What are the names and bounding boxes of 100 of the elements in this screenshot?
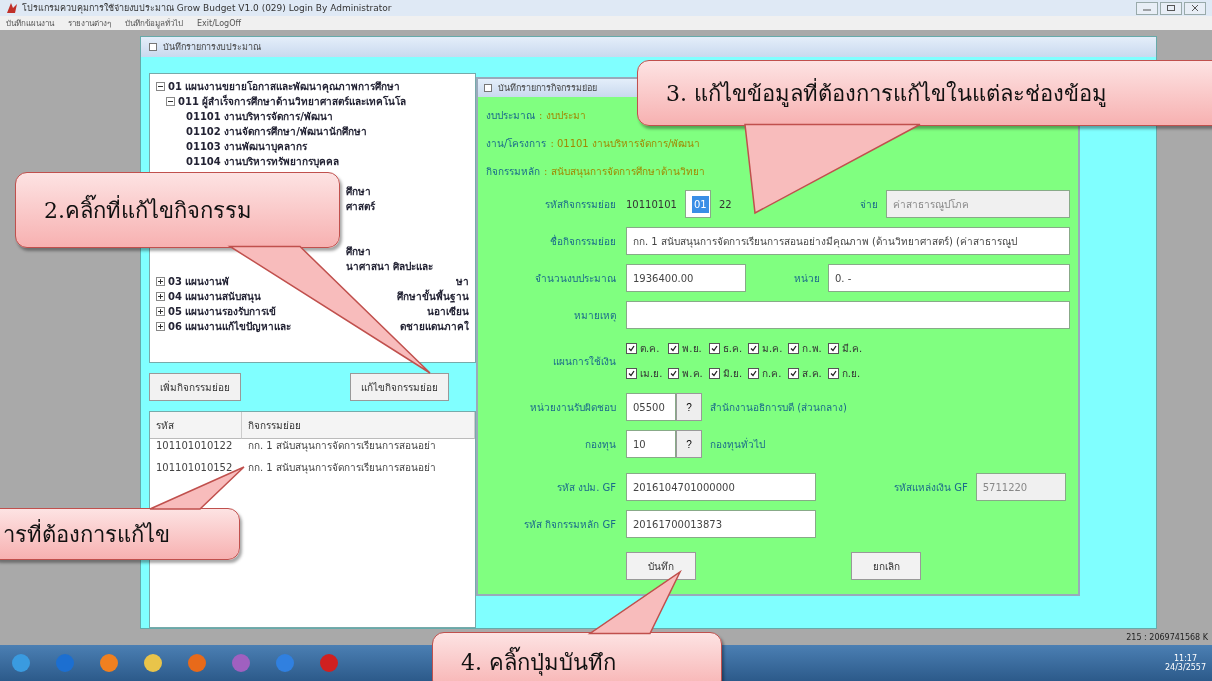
info-label: งบประมาณ <box>486 109 535 123</box>
checkbox[interactable] <box>708 343 720 354</box>
field-label: รหัสแหล่งเงิน GF <box>894 480 968 495</box>
month-checkbox[interactable]: ก.ย. <box>827 366 863 381</box>
field-label: กองทุน <box>584 437 616 452</box>
tree-item[interactable]: 01102 งานจัดการศึกษา/พัฒนานักศึกษา <box>176 124 367 139</box>
window-icon <box>484 84 492 92</box>
lookup-name: สำนักงานอธิการบดี (ส่วนกลาง) <box>710 400 847 415</box>
activity-button[interactable]: แก้ไขกิจกรรมย่อย <box>350 373 449 401</box>
checkbox[interactable] <box>668 368 680 379</box>
tree-item[interactable]: นอาเซียน <box>427 304 475 319</box>
tree-item[interactable]: 01103 งานพัฒนาบุคลากร <box>176 139 308 154</box>
info-value: : สนับสนุนการจัดการศึกษาด้านวิทยา <box>544 165 705 179</box>
tree-item[interactable]: 011 ผู้สำเร็จการศึกษาด้านวิทยาศาสตร์และเทคโนโล <box>178 94 407 109</box>
callout: 4. คลิ๊กปุ่มบันทึก <box>432 632 722 681</box>
callout: ารที่ต้องการแก้ไข <box>0 508 240 560</box>
tree-item[interactable]: 04 แผนงานสนับสนุน <box>168 289 262 304</box>
selected-code-text: 01 <box>691 195 709 213</box>
checkbox[interactable] <box>626 343 637 354</box>
month-checkbox[interactable]: มิ.ย. <box>708 366 743 381</box>
callout: 3. แก้ไขข้อมูลที่ต้องการแก้ไขในแต่ละช่องข้อมู <box>637 60 1212 126</box>
lookup-button[interactable]: ? <box>676 430 702 458</box>
maximize-button[interactable] <box>1160 1 1182 15</box>
menu-item[interactable]: บันทึกแผนงาน <box>6 16 54 30</box>
month-checkbox[interactable]: ก.ค. <box>748 366 783 381</box>
month-checkbox[interactable]: มี.ค. <box>827 341 863 356</box>
tree-item[interactable]: นาศาสนา ศิลปะและ <box>346 259 434 274</box>
month-checkbox[interactable]: ม.ค. <box>748 341 783 356</box>
month-checkbox[interactable]: ต.ค. <box>626 341 663 356</box>
activity-button[interactable]: เพิ่มกิจกรรมย่อย <box>149 373 241 401</box>
callout: 2.คลิ๊กที่แก้ไขกิจกรรม <box>15 172 340 248</box>
note-field[interactable] <box>626 301 1070 329</box>
checkbox[interactable] <box>748 368 760 379</box>
expand-icon[interactable] <box>156 307 165 316</box>
month-checkbox[interactable]: ส.ค. <box>788 366 822 381</box>
menu-item[interactable]: บันทึกข้อมูลทั่วไป <box>125 16 183 30</box>
field-label: หน่วยงานรับผิดชอบ <box>529 400 616 415</box>
close-button[interactable] <box>1184 1 1206 15</box>
lookup-button[interactable]: ? <box>676 393 702 421</box>
code-field[interactable]: 10 <box>626 430 676 458</box>
check-icon <box>829 370 837 377</box>
field-label: ชื่อกิจกรรมย่อย <box>549 233 616 249</box>
tree-item[interactable]: ษา <box>456 274 475 289</box>
field-label: จ่าย <box>859 197 878 212</box>
checkbox[interactable] <box>788 368 800 379</box>
check-icon <box>829 345 837 352</box>
month-checkbox[interactable]: พ.ค. <box>668 366 703 381</box>
cancel-button[interactable]: ยกเลิก <box>851 552 921 580</box>
memory-status: 215 : 2069741568 K <box>1126 632 1208 642</box>
tree-item[interactable]: 06 แผนงานแก้ไขปัญหาและ <box>168 319 292 334</box>
tree-item[interactable]: 05 แผนงานรองรับการเข้ <box>168 304 277 319</box>
checkbox[interactable] <box>708 368 720 379</box>
month-checkbox[interactable]: พ.ย. <box>668 341 703 356</box>
tree-item[interactable]: ศึกษา <box>346 244 371 259</box>
check-icon <box>750 370 758 377</box>
checkbox[interactable] <box>827 368 839 379</box>
expand-icon[interactable] <box>156 292 165 301</box>
checkbox[interactable] <box>788 343 800 354</box>
tree-item[interactable]: ศาสตร์ <box>346 199 375 214</box>
menu-item[interactable]: รายงานต่างๆ <box>68 16 111 30</box>
tree-item[interactable]: ศึกษา <box>346 184 371 199</box>
tree-item[interactable]: 03 แผนงานพั <box>168 274 230 289</box>
tree-item[interactable]: 01 แผนงานขยายโอกาสและพัฒนาคุณภาพการศึกษา <box>168 79 401 94</box>
month-checkbox[interactable]: ธ.ค. <box>708 341 743 356</box>
amount-field[interactable]: 1936400.00 <box>626 264 746 292</box>
collapse-icon[interactable] <box>166 97 175 106</box>
check-icon <box>790 345 798 352</box>
menu-item[interactable]: Exit/LogOff <box>197 18 241 28</box>
field-label: แผนการใช้เงิน <box>552 354 616 369</box>
tree-item[interactable]: 01101 งานบริหารจัดการ/พัฒนา <box>176 109 333 124</box>
month-checkbox[interactable]: ก.พ. <box>788 341 822 356</box>
expand-icon[interactable] <box>156 322 165 331</box>
check-icon <box>790 370 798 377</box>
field-label: รหัส งปม. GF <box>555 480 616 495</box>
code-field[interactable]: 05500 <box>626 393 676 421</box>
column-header[interactable]: กิจกรรมย่อย <box>242 412 475 439</box>
tree-item[interactable]: 01104 งานบริหารทรัพยากรบุคคล <box>176 154 340 169</box>
expand-icon[interactable] <box>156 277 165 286</box>
tree-item[interactable]: ศึกษาขั้นพื้นฐาน <box>397 289 475 304</box>
code-suffix: 22 <box>718 198 732 210</box>
checkbox[interactable] <box>748 343 760 354</box>
check-icon <box>670 345 678 352</box>
checkbox[interactable] <box>668 343 680 354</box>
info-value: : 01101 งานบริหารจัดการ/พัฒนา <box>550 137 701 151</box>
name-field[interactable]: กก. 1 สนับสนุนการจัดการเรียนการสอนอย่างมีคุณภาพ (ด้านวิทยาศาสตร์) (ค่าสาธารณูป <box>626 227 1070 255</box>
table-cell-text: กก. 1 สนับสนุนการจัดการเรียนการสอนอย่า <box>247 460 437 476</box>
month-checkbox[interactable]: เม.ย. <box>626 366 663 381</box>
clock-date: 24/3/2557 <box>1164 663 1206 672</box>
check-icon <box>628 370 635 377</box>
save-button[interactable]: บันทึก <box>626 552 696 580</box>
checkbox[interactable] <box>626 368 637 379</box>
checkbox[interactable] <box>827 343 839 354</box>
gf-activity-field[interactable]: 20161700013873 <box>626 510 816 538</box>
gf-budget-field[interactable]: 2016104701000000 <box>626 473 816 501</box>
tree-item[interactable]: ดชายแดนภาคใ <box>400 319 475 334</box>
check-icon <box>670 370 678 377</box>
unit-dropdown[interactable]: 0. - <box>828 264 1070 292</box>
collapse-icon[interactable] <box>156 82 165 91</box>
column-header[interactable]: รหัส <box>150 412 242 439</box>
info-label: กิจกรรมหลัก <box>486 165 540 179</box>
